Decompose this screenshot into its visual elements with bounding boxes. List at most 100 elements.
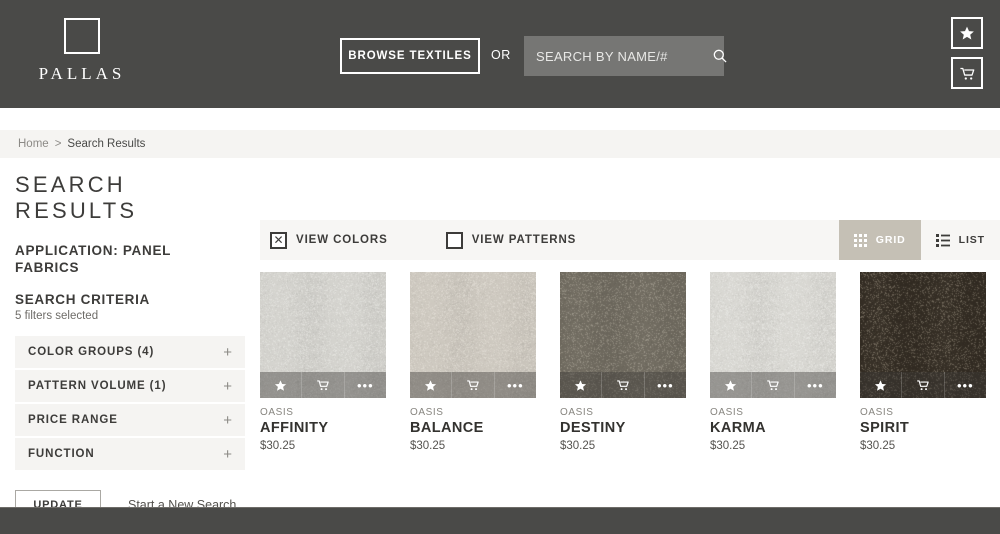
filter-label: FUNCTION bbox=[28, 448, 95, 460]
product-card[interactable]: ••• OASIS DESTINY $30.25 bbox=[560, 272, 686, 452]
plus-icon[interactable]: + bbox=[223, 413, 232, 428]
add-to-cart-button[interactable] bbox=[902, 372, 945, 398]
filter-label: PRICE RANGE bbox=[28, 414, 118, 426]
shopping-cart-icon bbox=[617, 380, 629, 391]
breadcrumb: Home > Search Results bbox=[0, 130, 1000, 158]
view-patterns-label: VIEW PATTERNS bbox=[471, 234, 577, 246]
more-options-button[interactable]: ••• bbox=[795, 372, 836, 398]
product-brand: OASIS bbox=[860, 407, 894, 418]
product-card[interactable]: ••• OASIS BALANCE $30.25 bbox=[410, 272, 536, 452]
favorites-button[interactable] bbox=[951, 17, 983, 49]
more-options-button[interactable]: ••• bbox=[345, 372, 386, 398]
add-favorite-button[interactable] bbox=[260, 372, 303, 398]
search-box[interactable] bbox=[524, 36, 727, 76]
shopping-cart-icon bbox=[317, 380, 329, 391]
list-view-button[interactable]: LIST bbox=[921, 220, 1000, 260]
product-swatch[interactable]: ••• bbox=[560, 272, 686, 398]
swatch-action-bar: ••• bbox=[260, 372, 386, 398]
shopping-cart-icon bbox=[917, 380, 929, 391]
product-price: $30.25 bbox=[410, 440, 446, 452]
list-icon bbox=[935, 233, 950, 247]
ellipsis-icon: ••• bbox=[806, 377, 824, 393]
product-swatch[interactable]: ••• bbox=[410, 272, 536, 398]
more-options-button[interactable]: ••• bbox=[645, 372, 686, 398]
add-to-cart-button[interactable] bbox=[302, 372, 345, 398]
search-input[interactable] bbox=[536, 48, 712, 64]
product-brand: OASIS bbox=[260, 407, 294, 418]
plus-icon[interactable]: + bbox=[223, 447, 232, 462]
product-name[interactable]: DESTINY bbox=[560, 420, 686, 436]
filter-label: PATTERN VOLUME (1) bbox=[28, 380, 167, 392]
grid-view-button[interactable]: GRID bbox=[838, 220, 921, 260]
plus-icon[interactable]: + bbox=[223, 345, 232, 360]
filter-color-groups[interactable]: COLOR GROUPS (4) + bbox=[15, 336, 245, 370]
list-view-label: LIST bbox=[958, 234, 985, 246]
add-favorite-button[interactable] bbox=[860, 372, 903, 398]
add-favorite-button[interactable] bbox=[410, 372, 453, 398]
filter-label: COLOR GROUPS (4) bbox=[28, 346, 155, 358]
shopping-cart-icon bbox=[767, 380, 779, 391]
breadcrumb-current: Search Results bbox=[67, 138, 146, 150]
checkbox-unchecked-icon[interactable] bbox=[445, 231, 463, 249]
product-card[interactable]: ••• OASIS AFFINITY $30.25 bbox=[260, 272, 386, 452]
shopping-cart-icon bbox=[959, 67, 974, 80]
product-grid: ••• OASIS AFFINITY $30.25 ••• OASIS BALA… bbox=[260, 272, 1000, 452]
filter-function[interactable]: FUNCTION + bbox=[15, 438, 245, 472]
add-favorite-button[interactable] bbox=[710, 372, 753, 398]
search-criteria-heading: SEARCH CRITERIA bbox=[15, 292, 151, 307]
more-options-button[interactable]: ••• bbox=[945, 372, 986, 398]
filter-pattern-volume[interactable]: PATTERN VOLUME (1) + bbox=[15, 370, 245, 404]
star-icon bbox=[725, 379, 737, 391]
square-outline-icon bbox=[64, 18, 100, 54]
browse-textiles-button[interactable]: BROWSE TEXTILES bbox=[340, 38, 480, 74]
view-mode-toggle: GRID LIST bbox=[838, 220, 1000, 260]
add-to-cart-button[interactable] bbox=[602, 372, 645, 398]
results-toolbar: ✕ VIEW COLORS VIEW PATTERNS GRID LIST bbox=[260, 220, 1000, 260]
filter-list: COLOR GROUPS (4) + PATTERN VOLUME (1) + … bbox=[15, 336, 245, 472]
product-name[interactable]: KARMA bbox=[710, 420, 836, 436]
product-card[interactable]: ••• OASIS KARMA $30.25 bbox=[710, 272, 836, 452]
product-swatch[interactable]: ••• bbox=[860, 272, 986, 398]
more-options-button[interactable]: ••• bbox=[495, 372, 536, 398]
shopping-cart-icon bbox=[467, 380, 479, 391]
swatch-action-bar: ••• bbox=[710, 372, 836, 398]
breadcrumb-home-link[interactable]: Home bbox=[18, 138, 49, 150]
product-brand: OASIS bbox=[410, 407, 444, 418]
product-name[interactable]: SPIRIT bbox=[860, 420, 986, 436]
logo-text: PALLAS bbox=[38, 64, 126, 83]
product-price: $30.25 bbox=[860, 440, 896, 452]
page-title: SEARCH RESULTS bbox=[15, 172, 138, 223]
product-card[interactable]: ••• OASIS SPIRIT $30.25 bbox=[860, 272, 986, 452]
product-price: $30.25 bbox=[560, 440, 596, 452]
star-icon bbox=[875, 379, 887, 391]
star-icon bbox=[425, 379, 437, 391]
ellipsis-icon: ••• bbox=[506, 377, 524, 393]
add-to-cart-button[interactable] bbox=[752, 372, 795, 398]
product-name[interactable]: AFFINITY bbox=[260, 420, 386, 436]
swatch-action-bar: ••• bbox=[410, 372, 536, 398]
logo[interactable]: PALLAS bbox=[27, 18, 137, 84]
add-favorite-button[interactable] bbox=[560, 372, 603, 398]
search-icon[interactable] bbox=[712, 48, 728, 64]
product-price: $30.25 bbox=[260, 440, 296, 452]
star-icon bbox=[575, 379, 587, 391]
checkbox-checked-icon[interactable]: ✕ bbox=[270, 231, 287, 249]
product-brand: OASIS bbox=[710, 407, 744, 418]
plus-icon[interactable]: + bbox=[223, 379, 232, 394]
application-label: APPLICATION: PANEL FABRICS bbox=[15, 243, 171, 275]
product-name[interactable]: BALANCE bbox=[410, 420, 536, 436]
product-brand: OASIS bbox=[560, 407, 594, 418]
view-patterns-checkbox[interactable]: VIEW PATTERNS bbox=[445, 231, 577, 249]
grid-icon bbox=[853, 233, 867, 247]
product-price: $30.25 bbox=[710, 440, 746, 452]
view-colors-label: VIEW COLORS bbox=[296, 234, 388, 246]
view-colors-checkbox[interactable]: ✕ VIEW COLORS bbox=[270, 231, 388, 249]
filter-price-range[interactable]: PRICE RANGE + bbox=[15, 404, 245, 438]
product-swatch[interactable]: ••• bbox=[710, 272, 836, 398]
add-to-cart-button[interactable] bbox=[452, 372, 495, 398]
cart-button[interactable] bbox=[951, 57, 983, 89]
site-header: PALLAS BROWSE TEXTILES OR bbox=[0, 0, 1000, 108]
product-swatch[interactable]: ••• bbox=[260, 272, 386, 398]
ellipsis-icon: ••• bbox=[356, 377, 374, 393]
filters-selected-count: 5 filters selected bbox=[15, 310, 99, 322]
